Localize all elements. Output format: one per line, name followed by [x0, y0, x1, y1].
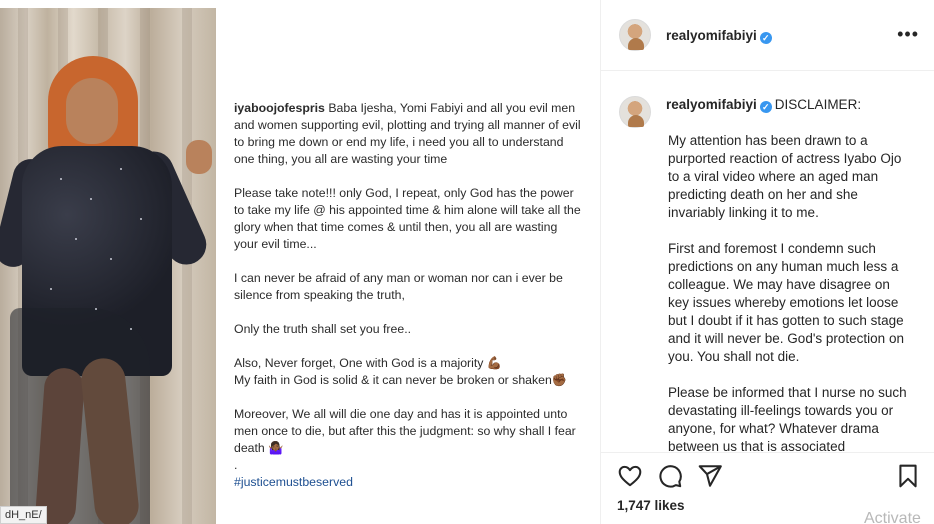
author-username[interactable]: realyomifabiyi ✓: [666, 28, 772, 44]
post-media[interactable]: dH_nE/ iyaboojofespris Baba Ijesha, Yomi…: [0, 0, 600, 524]
post-photo: [0, 8, 216, 524]
caption-paragraph-2: Please take note!!! only God, I repeat, …: [234, 186, 581, 251]
comment-author-username[interactable]: realyomifabiyi: [666, 97, 757, 112]
likes-count[interactable]: 1,747 likes: [617, 498, 685, 513]
activation-watermark: Activate: [864, 510, 921, 524]
heart-icon[interactable]: [617, 463, 643, 489]
bookmark-icon[interactable]: [895, 463, 921, 489]
caption-comment: realyomifabiyi ✓ DISCLAIMER: My attention …: [601, 72, 934, 452]
more-options-icon[interactable]: •••: [897, 24, 919, 45]
post-sidebar: realyomifabiyi ✓ ••• realyomifabiyi ✓ DISCL…: [600, 0, 934, 524]
author-avatar[interactable]: [619, 19, 651, 51]
image-caption: iyaboojofespris Baba Ijesha, Yomi Fabiyi…: [234, 100, 584, 491]
comment-paragraph: My attention has been drawn to a purport…: [668, 133, 902, 220]
caption-dot: .: [234, 458, 238, 472]
comment-body: My attention has been drawn to a purport…: [668, 132, 913, 452]
caption-paragraph-3: I can never be afraid of any man or woma…: [234, 271, 563, 302]
caption-paragraph-6: Moreover, We all will die one day and ha…: [234, 407, 576, 455]
caption-handle: iyaboojofespris: [234, 101, 325, 115]
comment-paragraph: First and foremost I condemn such predic…: [668, 241, 904, 364]
caption-paragraph-4: Only the truth shall set you free..: [234, 322, 412, 336]
share-icon[interactable]: [697, 463, 723, 489]
comment-icon[interactable]: [657, 463, 683, 489]
caption-paragraph-5b: My faith in God is solid & it can never …: [234, 373, 568, 387]
caption-paragraph-5a: Also, Never forget, One with God is a ma…: [234, 356, 503, 370]
comment-paragraph: Please be informed that I nurse no such …: [668, 385, 907, 452]
comment-author-avatar[interactable]: [619, 96, 651, 128]
post-header: realyomifabiyi ✓ •••: [601, 0, 934, 71]
verified-badge-icon: ✓: [759, 32, 772, 44]
caption-hashtag: #justicemustbeserved: [234, 475, 353, 489]
verified-badge-icon: ✓: [759, 101, 772, 113]
image-id-badge: dH_nE/: [0, 506, 47, 524]
comment-disclaimer-label: DISCLAIMER:: [774, 97, 862, 112]
